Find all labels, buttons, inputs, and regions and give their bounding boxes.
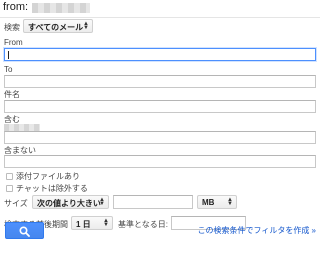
size-operator-select[interactable]: 次の値より大きい ▲ ▼	[32, 195, 109, 209]
search-button[interactable]	[5, 222, 44, 239]
exclude-chats-checkbox[interactable]	[6, 185, 13, 192]
subject-field[interactable]	[4, 100, 316, 113]
select-arrows-icon: ▲ ▼	[103, 218, 109, 228]
size-operator-value: 次の値より大きい	[37, 199, 101, 208]
base-date-label: 基準となる日:	[118, 220, 168, 229]
exclude-chats-label[interactable]: チャットは除外する	[16, 183, 88, 194]
has-words-field[interactable]	[4, 131, 316, 144]
search-scope-select[interactable]: すべてのメール ▲ ▼	[23, 19, 93, 33]
subject-label: 件名	[4, 90, 20, 99]
search-scope-label: 検索	[4, 23, 20, 32]
search-scope-value: すべてのメール	[28, 23, 84, 32]
no-words-field[interactable]	[4, 155, 316, 168]
size-label: サイズ	[4, 199, 28, 208]
create-filter-link[interactable]: この検索条件でフィルタを作成 »	[197, 225, 316, 236]
redacted-address	[32, 3, 90, 13]
select-arrows-icon: ▲ ▼	[227, 197, 233, 207]
size-value-field[interactable]	[113, 195, 193, 209]
from-label: From	[4, 38, 23, 47]
from-field[interactable]	[4, 48, 316, 61]
has-attachment-label[interactable]: 添付ファイルあり	[16, 171, 80, 182]
to-label: To	[4, 65, 13, 74]
select-arrows-icon: ▲ ▼	[83, 21, 89, 31]
search-icon	[19, 226, 30, 237]
size-unit-value: MB	[202, 198, 215, 207]
size-unit-select[interactable]: MB ▲ ▼	[197, 195, 237, 209]
has-attachment-checkbox[interactable]	[6, 173, 13, 180]
search-query-text: from:	[3, 1, 29, 13]
date-range-select[interactable]: 1 日 ▲ ▼	[71, 216, 113, 230]
search-query-bar[interactable]: from:	[0, 0, 320, 17]
select-arrows-icon: ▲ ▼	[99, 197, 105, 207]
to-field[interactable]	[4, 75, 316, 88]
text-caret	[8, 51, 9, 59]
date-range-value: 1 日	[76, 220, 91, 229]
